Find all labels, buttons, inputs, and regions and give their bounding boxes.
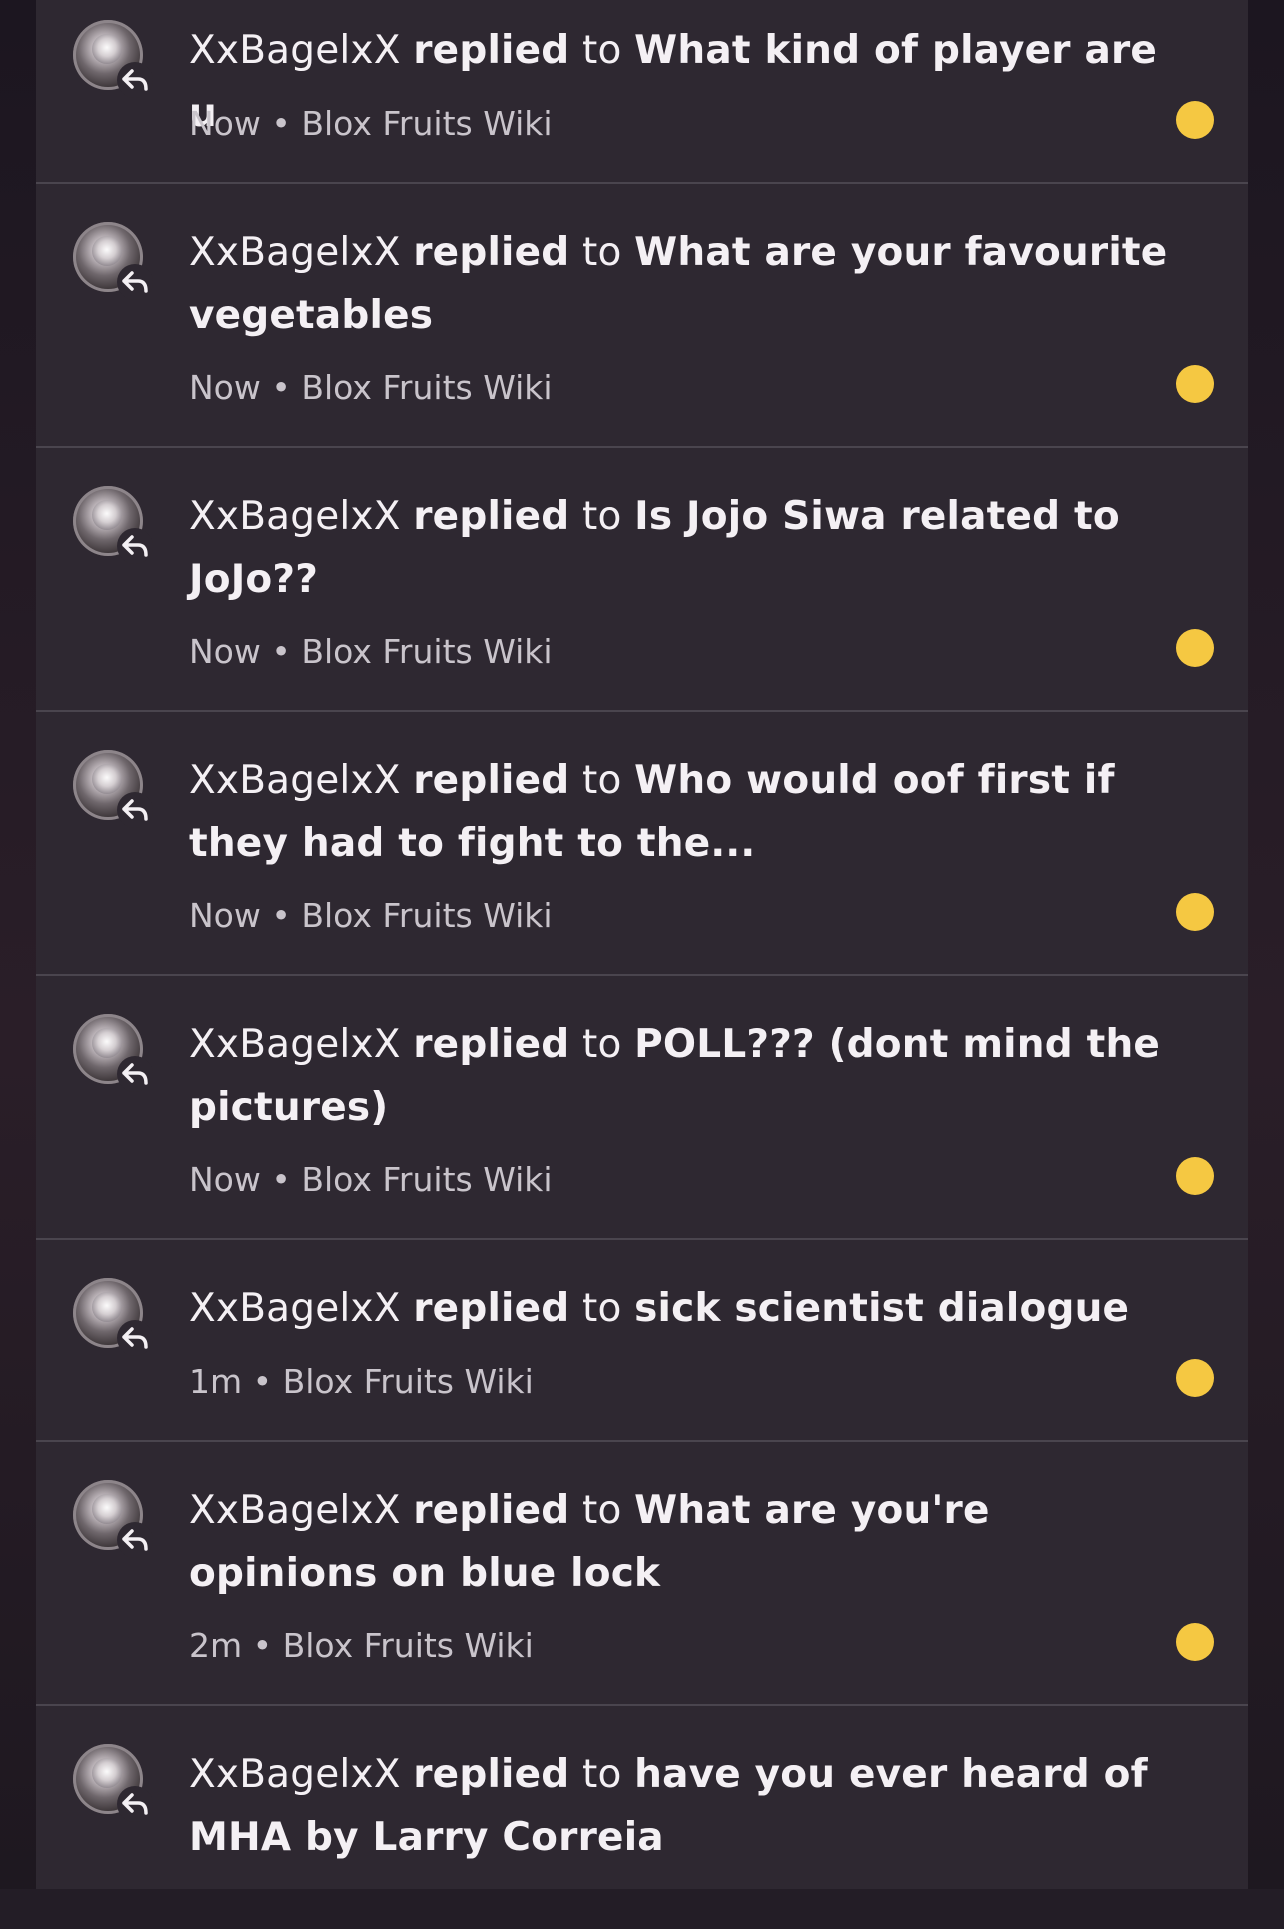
notification-item[interactable]: XxBagelxX replied to What are your favou… (36, 184, 1248, 448)
action-verb: replied (413, 28, 570, 73)
notification-item[interactable]: XxBagelxX replied to POLL??? (dont mind … (36, 976, 1248, 1240)
action-verb: replied (413, 758, 570, 803)
unread-indicator (1176, 1157, 1214, 1195)
separator: • (271, 896, 291, 935)
connector-word: to (581, 494, 622, 539)
notification-text: XxBagelxX replied to Who would oof first… (189, 749, 1178, 875)
unread-indicator (1176, 1359, 1214, 1397)
connector-word: to (581, 1752, 622, 1797)
reply-arrow-icon (117, 62, 153, 98)
username: XxBagelxX (189, 494, 401, 539)
username: XxBagelxX (189, 28, 401, 73)
separator: • (271, 104, 291, 143)
notification-text: XxBagelxX replied to What are you're opi… (189, 1479, 1178, 1605)
username: XxBagelxX (189, 1022, 401, 1067)
unread-indicator (1176, 629, 1214, 667)
connector-word: to (581, 758, 622, 803)
timestamp: 2m (189, 1626, 243, 1665)
timestamp: Now (189, 896, 261, 935)
notification-item[interactable]: XxBagelxX replied to Is Jojo Siwa relate… (36, 448, 1248, 712)
notification-feed: XxBagelxX replied to What kind of player… (36, 0, 1248, 1889)
notification-text: XxBagelxX replied to What are your favou… (189, 221, 1178, 347)
action-verb: replied (413, 1022, 570, 1067)
avatar (73, 222, 153, 300)
unread-indicator (1176, 893, 1214, 931)
notification-text: XxBagelxX replied to sick scientist dial… (189, 1277, 1178, 1340)
notification-meta: Now • Blox Fruits Wiki (189, 1160, 553, 1200)
reply-arrow-icon (117, 528, 153, 564)
separator: • (252, 1626, 273, 1665)
connector-word: to (581, 1286, 622, 1331)
timestamp: Now (189, 104, 261, 143)
action-verb: replied (413, 1488, 570, 1533)
unread-indicator (1176, 101, 1214, 139)
timestamp: Now (189, 368, 261, 407)
timestamp: Now (189, 1160, 261, 1199)
connector-word: to (581, 1488, 622, 1533)
wiki-name: Blox Fruits Wiki (301, 104, 553, 143)
avatar (73, 1278, 153, 1356)
username: XxBagelxX (189, 230, 401, 275)
wiki-name: Blox Fruits Wiki (301, 1160, 553, 1199)
avatar (73, 1480, 153, 1558)
avatar (73, 20, 153, 98)
notification-item[interactable]: XxBagelxX replied to sick scientist dial… (36, 1240, 1248, 1442)
action-verb: replied (413, 230, 570, 275)
reply-arrow-icon (117, 792, 153, 828)
wiki-name: Blox Fruits Wiki (282, 1362, 534, 1401)
reply-arrow-icon (117, 1522, 153, 1558)
action-verb: replied (413, 1752, 570, 1797)
notification-item[interactable]: XxBagelxX replied to What kind of player… (36, 0, 1248, 184)
username: XxBagelxX (189, 758, 401, 803)
separator: • (271, 368, 291, 407)
timestamp: 1m (189, 1362, 243, 1401)
wiki-name: Blox Fruits Wiki (282, 1626, 534, 1665)
notification-meta: Now • Blox Fruits Wiki (189, 896, 553, 936)
separator: • (271, 632, 291, 671)
avatar (73, 1744, 153, 1822)
separator: • (252, 1362, 273, 1401)
reply-arrow-icon (117, 1786, 153, 1822)
notification-text: XxBagelxX replied to POLL??? (dont mind … (189, 1013, 1178, 1139)
notification-meta: 2m • Blox Fruits Wiki (189, 1626, 534, 1666)
notification-item[interactable]: XxBagelxX replied to Who would oof first… (36, 712, 1248, 976)
reply-arrow-icon (117, 1056, 153, 1092)
avatar (73, 750, 153, 828)
notification-meta: 1m • Blox Fruits Wiki (189, 1362, 534, 1402)
connector-word: to (581, 1022, 622, 1067)
unread-indicator (1176, 1623, 1214, 1661)
notification-text: XxBagelxX replied to have you ever heard… (189, 1743, 1178, 1869)
reply-arrow-icon (117, 1320, 153, 1356)
notification-meta: Now • Blox Fruits Wiki (189, 368, 553, 408)
username: XxBagelxX (189, 1286, 401, 1331)
timestamp: Now (189, 632, 261, 671)
username: XxBagelxX (189, 1488, 401, 1533)
wiki-name: Blox Fruits Wiki (301, 632, 553, 671)
unread-indicator (1176, 365, 1214, 403)
avatar (73, 1014, 153, 1092)
notification-item[interactable]: XxBagelxX replied to What are you're opi… (36, 1442, 1248, 1706)
notification-item[interactable]: XxBagelxX replied to have you ever heard… (36, 1706, 1248, 1929)
wiki-name: Blox Fruits Wiki (301, 896, 553, 935)
wiki-name: Blox Fruits Wiki (301, 368, 553, 407)
action-verb: replied (413, 1286, 570, 1331)
action-verb: replied (413, 494, 570, 539)
notification-meta: Now • Blox Fruits Wiki (189, 104, 553, 144)
connector-word: to (581, 230, 622, 275)
separator: • (271, 1160, 291, 1199)
notification-meta: Now • Blox Fruits Wiki (189, 632, 553, 672)
avatar (73, 486, 153, 564)
reply-arrow-icon (117, 264, 153, 300)
connector-word: to (581, 28, 622, 73)
notification-text: XxBagelxX replied to Is Jojo Siwa relate… (189, 485, 1178, 611)
username: XxBagelxX (189, 1752, 401, 1797)
thread-title: sick scientist dialogue (634, 1286, 1130, 1331)
right-background-edge (1248, 0, 1284, 1889)
left-background-edge (0, 0, 36, 1889)
